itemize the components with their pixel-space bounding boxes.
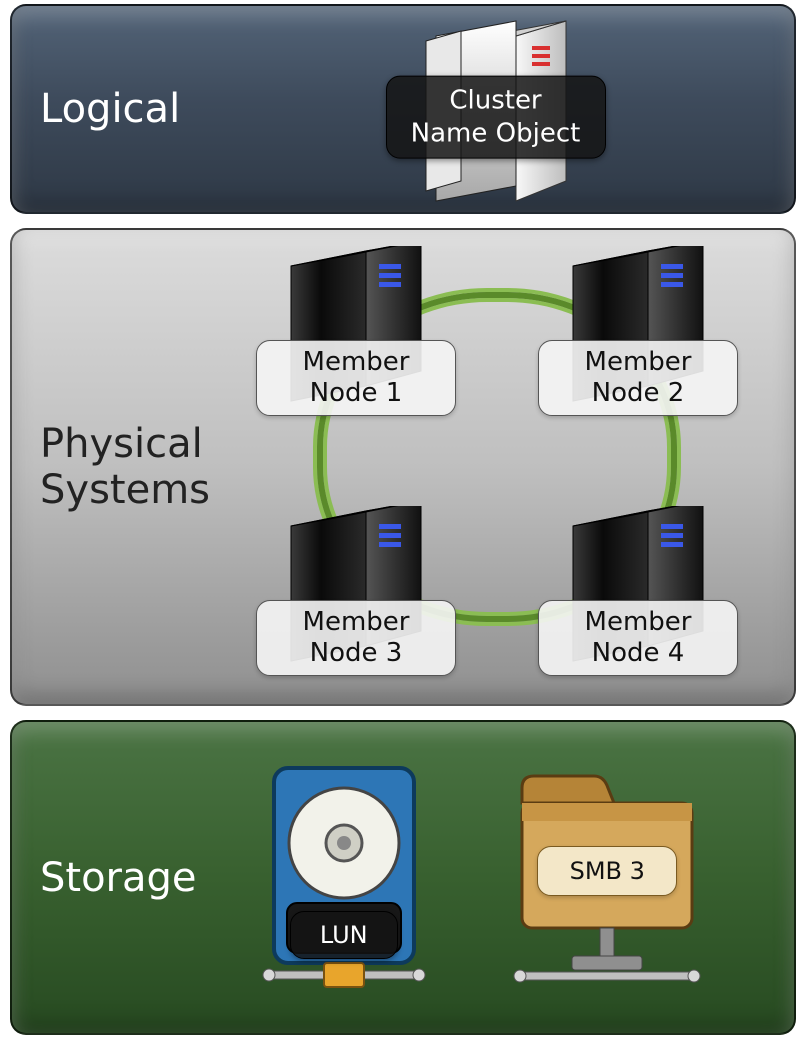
storage-lun-label: LUN: [290, 911, 398, 959]
hard-disk-icon: [249, 753, 439, 1003]
cluster-name-object-label: ClusterName Object: [386, 76, 606, 159]
member-node-4-label: MemberNode 4: [538, 600, 738, 676]
tier-physical-content: MemberNode 1 MemberNode 2: [217, 230, 774, 704]
tier-storage-label: Storage: [40, 855, 197, 901]
tier-logical: Logical: [10, 4, 796, 214]
member-node-1-label: MemberNode 1: [256, 340, 456, 416]
tier-storage-content: LUN SMB 3: [217, 722, 744, 1033]
storage-lun: LUN: [249, 753, 439, 1003]
tier-logical-content: ClusterName Object: [217, 6, 774, 212]
storage-smb: SMB 3: [502, 758, 712, 998]
tier-physical: PhysicalSystems: [10, 228, 796, 706]
tier-storage: Storage LUN: [10, 720, 796, 1035]
tier-physical-label: PhysicalSystems: [40, 421, 210, 513]
member-node-2-label: MemberNode 2: [538, 340, 738, 416]
member-node-1: MemberNode 1: [231, 246, 481, 406]
member-node-2: MemberNode 2: [513, 246, 763, 406]
tier-logical-label: Logical: [40, 86, 180, 132]
member-node-3-label: MemberNode 3: [256, 600, 456, 676]
storage-smb-label: SMB 3: [537, 846, 677, 897]
member-node-4: MemberNode 4: [513, 506, 763, 666]
cluster-ring: MemberNode 1 MemberNode 2: [237, 252, 757, 682]
member-node-3: MemberNode 3: [231, 506, 481, 666]
cluster-name-object: ClusterName Object: [406, 16, 586, 210]
